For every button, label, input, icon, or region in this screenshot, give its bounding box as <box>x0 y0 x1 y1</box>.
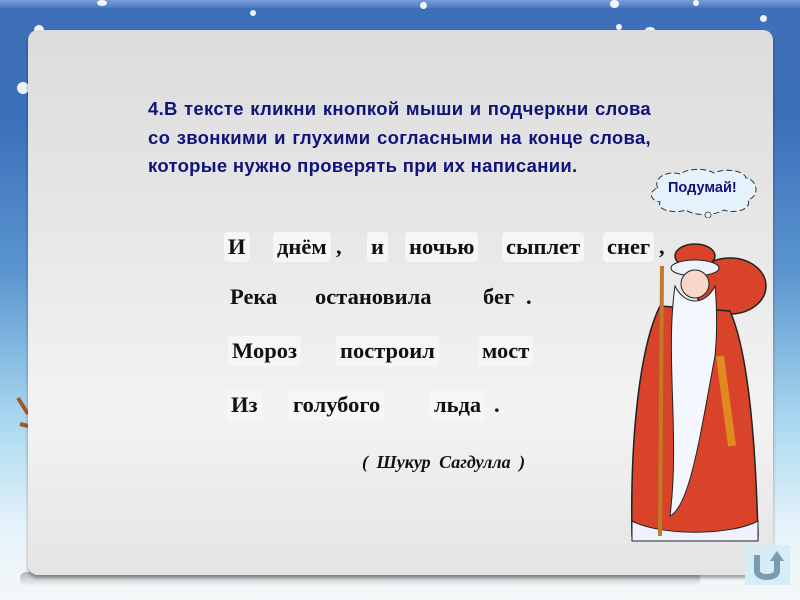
snowflake <box>693 0 699 6</box>
thought-bubble-text: Подумай! <box>668 180 737 196</box>
poem-word[interactable]: Мороз <box>228 336 301 366</box>
snowflake <box>97 0 107 6</box>
punctuation: , <box>336 234 342 259</box>
u-turn-arrow-icon <box>754 551 784 580</box>
task-instructions: 4.В тексте кликни кнопкой мыши и подчерк… <box>148 98 651 176</box>
punctuation: . <box>526 284 532 309</box>
poem-word[interactable]: бег <box>479 282 518 312</box>
poem-word[interactable]: голубого <box>289 390 385 420</box>
ded-moroz-illustration <box>631 243 767 542</box>
poem-word[interactable]: ночью <box>405 232 479 262</box>
poem-word[interactable]: мост <box>478 336 534 366</box>
poem-word[interactable]: И <box>224 232 250 262</box>
poem-word[interactable]: и <box>367 232 388 262</box>
snowflake <box>760 15 767 22</box>
snowflake <box>420 2 427 9</box>
poem-word[interactable]: остановила <box>311 282 435 312</box>
poem-word[interactable]: Из <box>227 390 262 420</box>
poem-word[interactable]: днём <box>273 232 331 262</box>
poem-word[interactable]: сыплет <box>502 232 585 262</box>
snowflake <box>610 0 619 8</box>
poem-word[interactable]: Река <box>226 282 281 312</box>
snowflake <box>250 10 256 16</box>
poem-word[interactable]: построил <box>336 336 439 366</box>
return-button[interactable] <box>745 545 790 585</box>
poem-author: ( Шукур Сагдулла ) <box>362 452 526 472</box>
top-bar <box>0 0 800 8</box>
punctuation: . <box>494 392 500 417</box>
poem-word[interactable]: льда <box>430 390 486 420</box>
